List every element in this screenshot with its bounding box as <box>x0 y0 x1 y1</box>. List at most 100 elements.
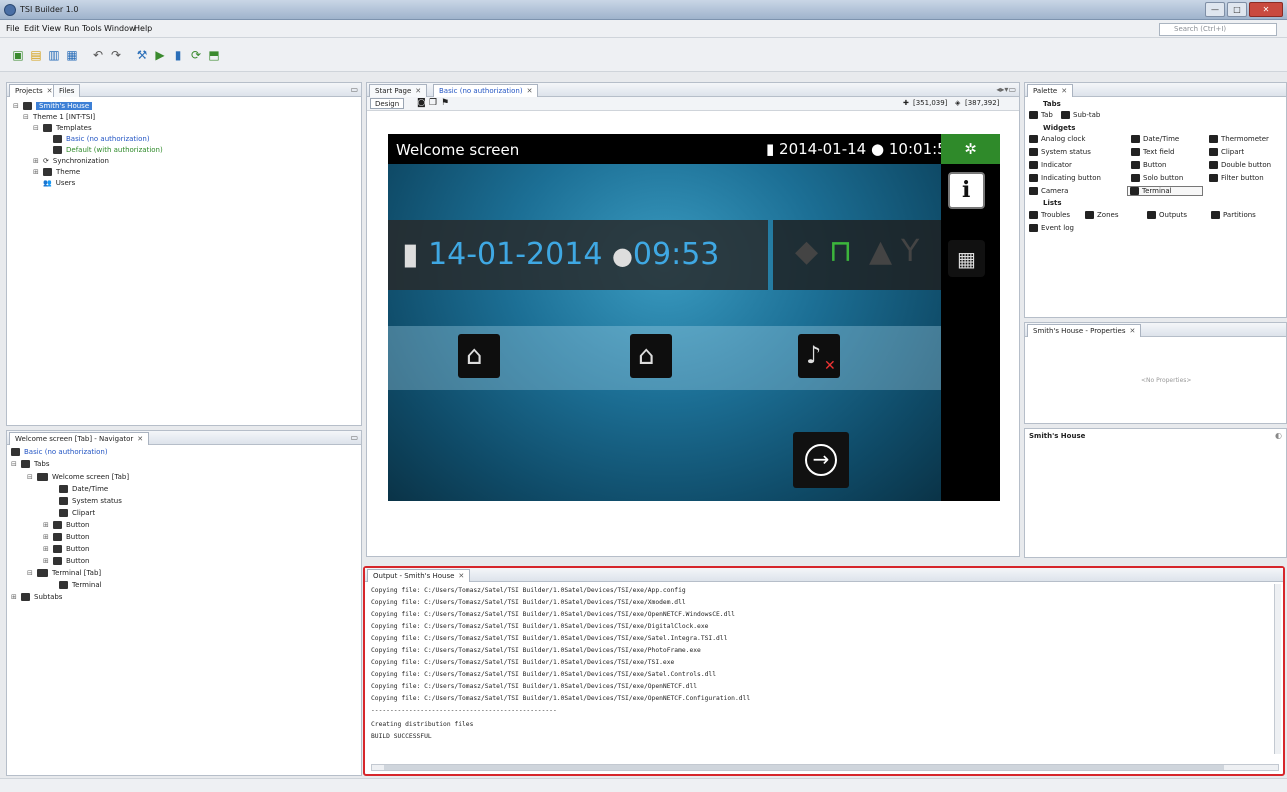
menu-file[interactable]: File <box>6 24 19 33</box>
palette-subtab[interactable]: Sub-tab <box>1061 111 1100 119</box>
tab-basic[interactable]: Basic (no authorization) ✕ <box>433 84 539 97</box>
output-vertical-scrollbar[interactable] <box>1274 584 1281 754</box>
refresh-icon[interactable]: ⟳ <box>188 47 204 63</box>
tab-palette[interactable]: Palette ✕ <box>1027 84 1074 97</box>
nav-welcome[interactable]: ⊟ Welcome screen [Tab] <box>27 472 129 482</box>
nav-subtabs[interactable]: ⊞ Subtabs <box>11 592 62 602</box>
menu-run[interactable]: Run <box>64 24 79 33</box>
tree-item-users[interactable]: 👥 Users <box>33 178 75 188</box>
tree-item-theme-node[interactable]: ⊞ Theme <box>33 167 80 177</box>
pin-icon[interactable]: ⚑ <box>441 98 449 108</box>
menu-tools[interactable]: Tools <box>82 24 102 33</box>
window-list-icon[interactable]: ◂▸▾▭ <box>996 85 1016 94</box>
tree-item-basic[interactable]: Basic (no authorization) <box>53 134 150 144</box>
info-icon[interactable]: i <box>948 172 985 209</box>
palette-camera[interactable]: Camera <box>1029 187 1068 195</box>
tab-properties[interactable]: Smith's House - Properties ✕ <box>1027 324 1142 337</box>
nav-basic[interactable]: Basic (no authorization) <box>11 447 108 457</box>
output-line: Copying file: C:/Users/Tomasz/Satel/TSI … <box>371 623 709 630</box>
navigator-panel: Welcome screen [Tab] - Navigator ✕ ▭ Basi… <box>6 430 362 776</box>
palette-outputs[interactable]: Outputs <box>1147 211 1187 219</box>
nav-button-1[interactable]: ⊞ Button <box>43 520 89 530</box>
maximize-button[interactable]: □ <box>1227 2 1247 17</box>
coord-size: [387,392] <box>965 99 1000 107</box>
nav-tabs[interactable]: ⊟ Tabs <box>11 459 50 469</box>
palette-indicator[interactable]: Indicator <box>1029 161 1072 169</box>
palette-troubles[interactable]: Troubles <box>1029 211 1070 219</box>
tab-projects[interactable]: Projects ✕ <box>9 84 59 97</box>
save-all-icon[interactable]: ▦ <box>64 47 80 63</box>
nav-terminal-tab[interactable]: ⊟ Terminal [Tab] <box>27 568 101 578</box>
tree-item-root[interactable]: ⊟ Smith's House <box>13 101 93 111</box>
template-icon <box>53 146 62 154</box>
palette-terminal[interactable]: Terminal <box>1127 186 1203 196</box>
undo-icon[interactable]: ↶ <box>90 47 106 63</box>
tree-item-sync[interactable]: ⊞ ⟳ Synchronization <box>33 156 109 166</box>
disarm-button[interactable]: ⌂ <box>630 334 672 378</box>
tree-item-default[interactable]: Default (with authorization) <box>53 145 163 155</box>
palette-system-status[interactable]: System status <box>1029 148 1091 156</box>
build-icon[interactable]: ⚒ <box>134 47 150 63</box>
new-file-icon[interactable]: ▣ <box>10 47 26 63</box>
datetime-widget[interactable]: ▮ 14-01-2014 ●09:53 <box>388 220 768 290</box>
palette-header: Palette ✕ <box>1025 83 1286 97</box>
nav-terminal[interactable]: Terminal <box>59 580 102 590</box>
palette-solo-button[interactable]: Solo button <box>1131 174 1183 182</box>
minimize-button[interactable]: — <box>1205 2 1225 17</box>
run-icon[interactable]: ▶ <box>152 47 168 63</box>
palette-indicating-button[interactable]: Indicating button <box>1029 174 1101 182</box>
scroll-thumb[interactable] <box>384 765 1224 770</box>
palette-double-button[interactable]: Double button <box>1209 161 1271 169</box>
menu-edit[interactable]: Edit <box>24 24 40 33</box>
menu-window[interactable]: Window <box>104 24 136 33</box>
settings-icon[interactable]: ✲ <box>941 134 1000 164</box>
palette-event-log[interactable]: Event log <box>1029 224 1074 232</box>
nav-status[interactable]: System status <box>59 496 122 506</box>
palette-zones[interactable]: Zones <box>1085 211 1118 219</box>
palette-filter-button[interactable]: Filter button <box>1209 174 1264 182</box>
search-input[interactable]: Search (Ctrl+I) <box>1159 23 1277 36</box>
palette-partitions[interactable]: Partitions <box>1211 211 1256 219</box>
tab-start-page[interactable]: Start Page ✕ <box>369 84 428 97</box>
tab-files[interactable]: Files <box>53 84 81 97</box>
deploy-icon[interactable]: ⬒ <box>206 47 222 63</box>
palette-datetime[interactable]: Date/Time <box>1131 135 1179 143</box>
palette-button[interactable]: Button <box>1131 161 1166 169</box>
nav-datetime[interactable]: Date/Time <box>59 484 108 494</box>
tree-item-theme[interactable]: ⊟ Theme 1 [INT-TSI] <box>23 112 95 122</box>
camera-icon[interactable]: ◙ <box>417 98 426 108</box>
palette-tab[interactable]: Tab <box>1029 111 1053 119</box>
keypad-icon[interactable]: ▦ <box>948 240 985 277</box>
screen-sidebar: i ▦ <box>941 164 1000 501</box>
open-project-icon[interactable]: ▥ <box>46 47 62 63</box>
minimize-icon[interactable]: ▭ <box>350 85 358 94</box>
copy-icon[interactable]: ❐ <box>429 98 437 108</box>
tree-item-templates[interactable]: ⊟ Templates <box>33 123 92 133</box>
palette-text-field[interactable]: Text field <box>1131 148 1175 156</box>
exit-button[interactable]: → <box>793 432 849 488</box>
menu-view[interactable]: View <box>42 24 61 33</box>
x-icon: ✕ <box>824 358 836 374</box>
palette-thermometer[interactable]: Thermometer <box>1209 135 1269 143</box>
nav-button-3[interactable]: ⊞ Button <box>43 544 89 554</box>
palette-clipart[interactable]: Clipart <box>1209 148 1244 156</box>
nav-button-2[interactable]: ⊞ Button <box>43 532 89 542</box>
nav-clipart[interactable]: Clipart <box>59 508 95 518</box>
info-help-icon[interactable]: ◐ <box>1275 431 1282 440</box>
menu-help[interactable]: Help <box>134 24 152 33</box>
output-horizontal-scrollbar[interactable] <box>371 764 1279 771</box>
clear-alarm-button[interactable]: ♪ ✕ <box>798 334 840 378</box>
close-button[interactable]: ✕ <box>1249 2 1283 17</box>
folder-icon <box>43 168 52 176</box>
debug-icon[interactable]: ▮ <box>170 47 186 63</box>
nav-button-4[interactable]: ⊞ Button <box>43 556 89 566</box>
tab-output[interactable]: Output - Smith's House ✕ <box>367 569 471 582</box>
system-status-widget[interactable]: ◆ ⊓ ▲ Y <box>773 220 941 290</box>
arm-button[interactable]: ⌂ <box>458 334 500 378</box>
tab-navigator[interactable]: Welcome screen [Tab] - Navigator ✕ <box>9 432 150 445</box>
redo-icon[interactable]: ↷ <box>108 47 124 63</box>
new-project-icon[interactable]: ▤ <box>28 47 44 63</box>
palette-analog-clock[interactable]: Analog clock <box>1029 135 1085 143</box>
minimize-icon[interactable]: ▭ <box>350 433 358 442</box>
design-button[interactable]: Design <box>370 98 405 109</box>
